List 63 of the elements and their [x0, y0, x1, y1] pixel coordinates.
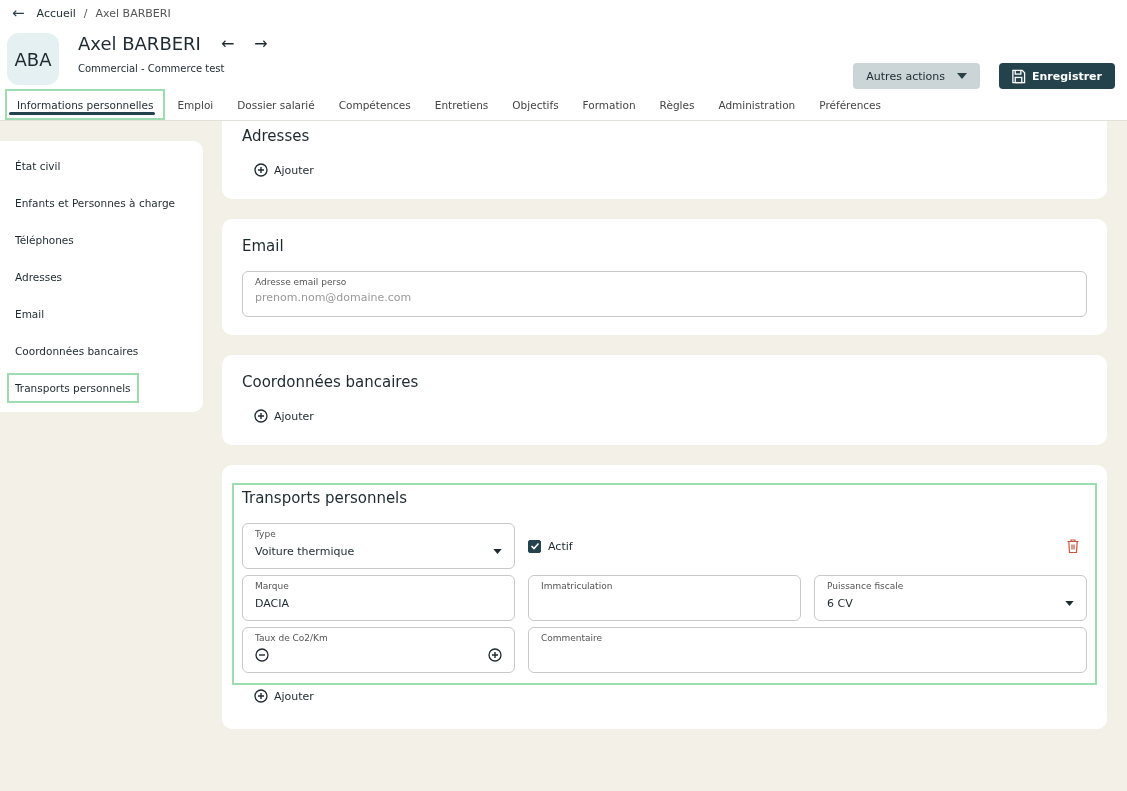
section-title: Coordonnées bancaires: [242, 373, 420, 391]
field-value: 6 CV: [827, 596, 853, 610]
tab[interactable]: Compétences: [326, 89, 423, 120]
tab[interactable]: Règles: [647, 89, 707, 120]
type-select[interactable]: Type Voiture thermique: [242, 523, 515, 569]
caret-icon: [1065, 600, 1074, 606]
tab[interactable]: Préférences: [807, 89, 893, 120]
next-button[interactable]: →: [254, 34, 268, 53]
tab[interactable]: Entretiens: [422, 89, 501, 120]
back-link[interactable]: ←: [12, 4, 25, 22]
trash-icon[interactable]: [1067, 539, 1079, 553]
avatar: ABA: [7, 33, 59, 85]
sidebar-item[interactable]: État civil: [7, 151, 69, 181]
employee-subtitle: Commercial - Commerce test: [78, 63, 226, 74]
field-label: Commentaire: [541, 633, 604, 643]
select-field[interactable]: Puissance fiscale 6 CV: [814, 575, 1087, 621]
tab[interactable]: Objectifs: [500, 89, 571, 120]
field-value: DACIA: [255, 596, 290, 610]
field-label: Puissance fiscale: [827, 581, 905, 591]
minus-circle-icon[interactable]: [255, 648, 269, 662]
breadcrumb-link[interactable]: Accueil: [36, 6, 76, 20]
field-label: Immatriculation: [541, 581, 614, 591]
input-field[interactable]: Marque DACIA: [242, 575, 515, 621]
input-field[interactable]: Taux de Co2/Km: [242, 627, 515, 673]
section-title: Transports personnels: [242, 489, 409, 507]
plus-circle-icon: [254, 409, 268, 423]
previous-button[interactable]: ←: [220, 34, 235, 53]
checkbox-label: Actif: [548, 539, 573, 553]
save-button[interactable]: Enregistrer: [999, 63, 1115, 89]
active-checkbox[interactable]: [528, 539, 541, 553]
more-actions-button[interactable]: Autres actions: [853, 63, 980, 89]
tab[interactable]: Informations personnelles: [5, 89, 166, 120]
tab[interactable]: Emploi: [165, 89, 226, 120]
field-value: Voiture thermique: [255, 544, 355, 558]
caret-icon: [957, 73, 967, 79]
email-field-frame[interactable]: Adresse email perso prenom.nom@domaine.com: [242, 271, 1087, 317]
employee-name: Axel BARBERI: [78, 33, 201, 54]
sidebar-item[interactable]: Email: [7, 299, 53, 329]
field-label: Taux de Co2/Km: [255, 633, 329, 643]
sidebar-item[interactable]: Coordonnées bancaires: [7, 336, 147, 366]
field-label: Marque: [255, 581, 290, 591]
tab[interactable]: Administration: [706, 89, 808, 120]
caret-icon: [493, 548, 502, 554]
add-button[interactable]: Ajouter: [254, 689, 314, 703]
add-button[interactable]: Ajouter: [254, 409, 314, 423]
field-label: Adresse email perso: [255, 277, 348, 287]
section-title: Email: [242, 237, 285, 255]
field-label: Type: [255, 529, 277, 539]
breadcrumb-separator: /: [83, 6, 88, 20]
tab[interactable]: Dossier salarié: [225, 89, 327, 120]
tab[interactable]: Formation: [570, 89, 648, 120]
sidebar-item[interactable]: Transports personnels: [7, 373, 139, 403]
plus-circle-icon: [254, 689, 268, 703]
add-button[interactable]: Ajouter: [254, 163, 314, 177]
plus-circle-icon: [254, 163, 268, 177]
sidebar-item[interactable]: Adresses: [7, 262, 71, 292]
sidebar-item[interactable]: Téléphones: [7, 225, 82, 255]
breadcrumb-current: Axel BARBERI: [95, 6, 171, 20]
section-title: Adresses: [242, 127, 311, 145]
plus-circle-icon[interactable]: [488, 648, 502, 662]
input-field[interactable]: Immatriculation: [528, 575, 801, 621]
sidebar-item[interactable]: Enfants et Personnes à charge: [7, 188, 183, 218]
comment-field[interactable]: Commentaire: [528, 627, 1087, 673]
